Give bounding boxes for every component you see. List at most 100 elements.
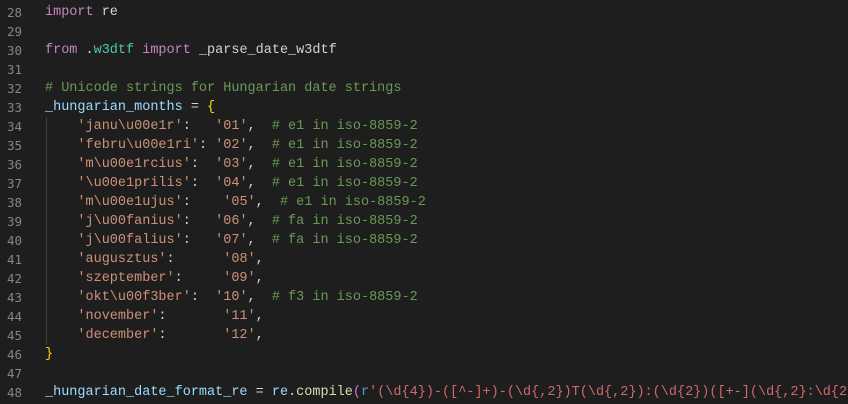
- code-token: =: [182, 100, 208, 115]
- line-number: 39: [6, 214, 22, 229]
- code-text: _hungarian_months = {: [45, 98, 215, 117]
- code-line[interactable]: 34 'janu\u00e1r': '01', # e1 in iso-8859…: [0, 117, 848, 136]
- code-text: 'december': '12',: [45, 326, 264, 345]
- code-token: # fa in iso-8859-2: [271, 214, 418, 229]
- code-token: 'febru\u00e1ri': [77, 138, 199, 153]
- code-token: 'okt\u00f3ber': [77, 290, 191, 305]
- line-number: 40: [6, 233, 22, 248]
- code-token: '11': [223, 309, 256, 324]
- line-number: 42: [6, 271, 22, 286]
- code-token: 'november': [77, 309, 159, 324]
- code-token: _hungarian_date_format_re: [45, 385, 248, 400]
- code-token: '02': [215, 138, 248, 153]
- code-line[interactable]: 30 from .w3dtf import _parse_date_w3dtf: [0, 41, 848, 60]
- code-text: 'augusztus': '08',: [45, 250, 264, 269]
- code-token: :: [182, 233, 216, 248]
- line-number: 31: [6, 62, 22, 77]
- line-number: 35: [6, 138, 22, 153]
- code-text: 'janu\u00e1r': '01', # e1 in iso-8859-2: [45, 117, 418, 136]
- code-token: ,: [255, 271, 264, 286]
- code-token: import: [142, 43, 191, 58]
- code-line[interactable]: 39 'j\u00fanius': '06', # fa in iso-8859…: [0, 212, 848, 231]
- code-line[interactable]: 41 'augusztus': '08',: [0, 250, 848, 269]
- code-line[interactable]: 47: [0, 364, 848, 383]
- code-token: :: [182, 119, 216, 134]
- code-text: 'febru\u00e1ri': '02', # e1 in iso-8859-…: [45, 136, 418, 155]
- code-token: 'j\u00falius': [77, 233, 183, 248]
- line-number: 43: [6, 290, 22, 305]
- code-text: # Unicode strings for Hungarian date str…: [45, 79, 401, 98]
- code-text: '\u00e1prilis': '04', # e1 in iso-8859-2: [45, 174, 417, 193]
- code-line[interactable]: 40 'j\u00falius': '07', # fa in iso-8859…: [0, 231, 848, 250]
- code-text: _hungarian_date_format_re = re.compile(r…: [45, 383, 848, 402]
- code-token: :: [198, 138, 216, 153]
- code-token: # e1 in iso-8859-2: [271, 119, 418, 134]
- code-token: '07': [215, 233, 248, 248]
- code-token: 'm\u00e1rcius': [77, 157, 191, 172]
- code-token: 'janu\u00e1r': [77, 119, 183, 134]
- code-line[interactable]: 46}: [0, 345, 848, 364]
- line-number: 45: [6, 328, 22, 343]
- code-token: {: [207, 100, 216, 115]
- code-token: :: [158, 309, 224, 324]
- line-number: 38: [6, 195, 22, 210]
- line-number: 28: [6, 5, 22, 20]
- code-line[interactable]: 42 'szeptember': '09',: [0, 269, 848, 288]
- code-token: ': [369, 385, 378, 400]
- code-line[interactable]: 31: [0, 60, 848, 79]
- code-token: re: [93, 5, 118, 20]
- code-line[interactable]: 43 'okt\u00f3ber': '10', # f3 in iso-885…: [0, 288, 848, 307]
- code-token: '06': [215, 214, 248, 229]
- code-line[interactable]: 48 _hungarian_date_format_re = re.compile…: [0, 383, 848, 402]
- code-token: re: [271, 385, 289, 400]
- line-number: 41: [6, 252, 22, 267]
- line-number: 37: [6, 176, 22, 191]
- code-token: ,: [255, 252, 264, 267]
- code-token: w3dtf: [93, 43, 135, 58]
- code-text: import re: [45, 3, 118, 22]
- code-token: compile: [296, 385, 353, 400]
- line-number: 33: [6, 100, 22, 115]
- code-line[interactable]: 44 'november': '11',: [0, 307, 848, 326]
- code-text: 'november': '11',: [45, 307, 263, 326]
- code-editor[interactable]: 28 import re 29 30 from .w3dtf import _parse…: [0, 0, 848, 404]
- line-number: 47: [6, 366, 22, 381]
- line-number: 44: [6, 309, 22, 324]
- code-token: '10': [215, 290, 248, 305]
- code-token: # e1 in iso-8859-2: [271, 138, 418, 153]
- code-token: ,: [247, 157, 272, 172]
- code-token: ,: [247, 138, 272, 153]
- code-token: '09': [223, 271, 256, 286]
- indent-guide: [46, 117, 47, 345]
- code-line[interactable]: 45 'december': '12',: [0, 326, 848, 345]
- code-text: }: [45, 345, 53, 364]
- code-line[interactable]: 38 'm\u00e1ujus': '05', # e1 in iso-8859…: [0, 193, 848, 212]
- code-token: ,: [247, 290, 272, 305]
- line-number: 48: [6, 385, 22, 400]
- code-token: r: [361, 385, 370, 400]
- code-line[interactable]: 35 'febru\u00e1ri': '02', # e1 in iso-88…: [0, 136, 848, 155]
- code-token: ,: [247, 233, 272, 248]
- code-line[interactable]: 32 # Unicode strings for Hungarian date s…: [0, 79, 848, 98]
- line-number: 36: [6, 157, 22, 172]
- code-token: :: [182, 195, 224, 210]
- code-token: '05': [223, 195, 256, 210]
- code-line[interactable]: 37 '\u00e1prilis': '04', # e1 in iso-885…: [0, 174, 848, 193]
- code-line[interactable]: 36 'm\u00e1rcius': '03', # e1 in iso-885…: [0, 155, 848, 174]
- code-line[interactable]: 29: [0, 22, 848, 41]
- code-token: ,: [255, 328, 264, 343]
- code-token: :: [158, 328, 224, 343]
- code-line[interactable]: 28 import re: [0, 3, 848, 22]
- code-token: _hungarian_months: [45, 100, 183, 115]
- code-line[interactable]: 33 _hungarian_months = {: [0, 98, 848, 117]
- code-token: '04': [215, 176, 248, 191]
- code-token: :: [166, 252, 224, 267]
- code-token: '08': [223, 252, 256, 267]
